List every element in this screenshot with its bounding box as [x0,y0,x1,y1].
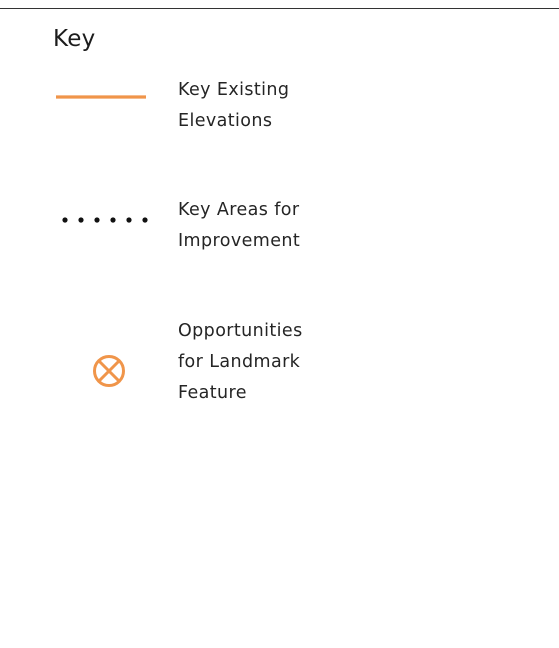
legend-label-line: Key Existing [178,80,290,100]
legend-label-landmark-feature: Opportunities for Landmark Feature [178,316,303,409]
legend-label-line: Improvement [178,231,301,251]
key-title: Key [53,26,96,52]
legend-label-areas-for-improvement: Key Areas for Improvement [178,195,300,257]
legend-label-existing-elevations: Key Existing Elevations [178,75,289,137]
legend-label-line: for Landmark [178,352,301,372]
orange-solid-line-symbol [56,95,146,99]
black-dotted-line-symbol [62,217,148,223]
legend-item-existing-elevations: Key Existing Elevations [0,75,559,155]
top-divider-line [0,8,559,9]
legend-label-line: Elevations [178,111,273,131]
legend-label-line: Feature [178,383,247,403]
legend-item-areas-for-improvement: Key Areas for Improvement [0,195,559,275]
legend-label-line: Key Areas for [178,200,300,220]
circled-cross-icon [93,355,125,387]
legend-label-line: Opportunities [178,321,303,341]
legend-item-landmark-feature: Opportunities for Landmark Feature [0,316,559,436]
